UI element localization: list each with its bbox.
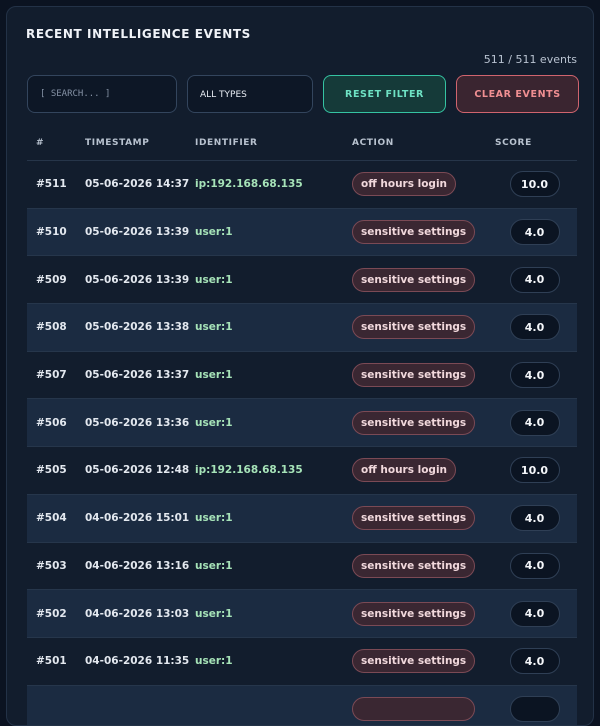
event-number: #507 <box>36 369 67 382</box>
header-action: ACTION <box>352 137 394 148</box>
score-badge: 4.0 <box>509 266 560 293</box>
score-badge: 4.0 <box>509 505 560 532</box>
header-identifier: IDENTIFIER <box>195 137 258 148</box>
table-row[interactable]: #508 05-06-2026 13:38 user:1 sensitive s… <box>27 304 577 352</box>
table-row[interactable]: #510 05-06-2026 13:39 user:1 sensitive s… <box>27 208 577 257</box>
table-row-partial[interactable]: sensitive settings <box>27 685 577 725</box>
header-timestamp: TIMESTAMP <box>85 137 150 148</box>
event-timestamp: 04-06-2026 15:01 <box>85 512 190 525</box>
score-badge: 10.0 <box>509 171 560 198</box>
table-row[interactable]: #501 04-06-2026 11:35 user:1 sensitive s… <box>27 637 577 686</box>
events-table: # TIMESTAMP IDENTIFIER ACTION SCORE #511… <box>27 125 577 725</box>
type-filter-value: ALL TYPES <box>200 90 247 100</box>
action-badge: sensitive settings <box>352 506 476 531</box>
action-badge: sensitive settings <box>352 267 476 292</box>
event-identifier: user:1 <box>195 655 233 668</box>
table-row[interactable]: #504 04-06-2026 15:01 user:1 sensitive s… <box>27 494 577 543</box>
action-badge: sensitive settings <box>352 220 476 245</box>
event-timestamp: 05-06-2026 13:39 <box>85 226 190 239</box>
table-row[interactable]: #503 04-06-2026 13:16 user:1 sensitive s… <box>27 542 577 591</box>
event-number: #501 <box>36 655 67 668</box>
event-timestamp: 05-06-2026 13:36 <box>85 416 190 429</box>
event-timestamp: 05-06-2026 12:48 <box>85 464 190 477</box>
event-number: #504 <box>36 512 67 525</box>
event-number: #510 <box>36 226 67 239</box>
event-timestamp: 05-06-2026 13:37 <box>85 369 190 382</box>
table-row[interactable]: #507 05-06-2026 13:37 user:1 sensitive s… <box>27 351 577 400</box>
event-identifier: user:1 <box>195 416 233 429</box>
score-badge: 4.0 <box>509 600 560 627</box>
event-timestamp: 05-06-2026 14:37 <box>85 178 190 191</box>
action-badge: sensitive settings <box>352 363 476 388</box>
table-row[interactable]: #511 05-06-2026 14:37 ip:192.168.68.135 … <box>27 161 577 209</box>
event-identifier: user:1 <box>195 559 233 572</box>
reset-filter-button[interactable]: RESET FILTER <box>323 75 446 113</box>
score-badge: 4.0 <box>509 409 560 436</box>
event-number: #506 <box>36 416 67 429</box>
action-badge: sensitive settings <box>352 601 476 626</box>
score-badge: 10.0 <box>509 457 560 484</box>
table-row[interactable]: #502 04-06-2026 13:03 user:1 sensitive s… <box>27 590 577 638</box>
event-number: #502 <box>36 607 67 620</box>
type-filter-select[interactable]: ALL TYPES <box>187 75 313 113</box>
table-row[interactable]: #506 05-06-2026 13:36 user:1 sensitive s… <box>27 399 577 448</box>
event-identifier: user:1 <box>195 273 233 286</box>
event-identifier: ip:192.168.68.135 <box>195 178 303 191</box>
score-badge: 4.0 <box>509 314 560 341</box>
table-row[interactable]: #505 05-06-2026 12:48 ip:192.168.68.135 … <box>27 447 577 495</box>
panel-title: RECENT INTELLIGENCE EVENTS <box>26 27 251 41</box>
search-input[interactable] <box>27 75 177 113</box>
action-badge: sensitive settings <box>352 410 476 435</box>
action-badge: sensitive settings <box>352 649 476 674</box>
action-badge: sensitive settings <box>352 315 476 340</box>
event-timestamp: 05-06-2026 13:39 <box>85 273 190 286</box>
event-identifier: user:1 <box>195 321 233 334</box>
event-count: 511 / 511 events <box>483 53 577 66</box>
event-identifier: user:1 <box>195 226 233 239</box>
table-header: # TIMESTAMP IDENTIFIER ACTION SCORE <box>27 125 577 161</box>
event-number: #509 <box>36 273 67 286</box>
event-identifier: user:1 <box>195 369 233 382</box>
event-identifier: user:1 <box>195 607 233 620</box>
event-timestamp: 04-06-2026 13:03 <box>85 607 190 620</box>
header-score: SCORE <box>495 137 532 148</box>
score-badge: 4.0 <box>509 552 560 579</box>
event-timestamp: 04-06-2026 13:16 <box>85 559 190 572</box>
event-timestamp: 05-06-2026 13:38 <box>85 321 190 334</box>
score-badge: 4.0 <box>509 362 560 389</box>
header-num: # <box>36 137 45 148</box>
action-badge: sensitive settings <box>352 553 476 578</box>
event-number: #503 <box>36 559 67 572</box>
score-badge: 4.0 <box>509 219 560 246</box>
event-number: #511 <box>36 178 67 191</box>
table-row[interactable]: #509 05-06-2026 13:39 user:1 sensitive s… <box>27 256 577 305</box>
event-identifier: ip:192.168.68.135 <box>195 464 303 477</box>
clear-events-button[interactable]: CLEAR EVENTS <box>456 75 579 113</box>
event-timestamp: 04-06-2026 11:35 <box>85 655 190 668</box>
action-badge: off hours login <box>352 172 457 197</box>
event-number: #508 <box>36 321 67 334</box>
events-panel: RECENT INTELLIGENCE EVENTS 511 / 511 eve… <box>6 6 594 726</box>
action-badge: off hours login <box>352 458 457 483</box>
action-badge-partial: sensitive settings <box>352 696 476 721</box>
event-number: #505 <box>36 464 67 477</box>
event-identifier: user:1 <box>195 512 233 525</box>
score-badge: 4.0 <box>509 648 560 675</box>
